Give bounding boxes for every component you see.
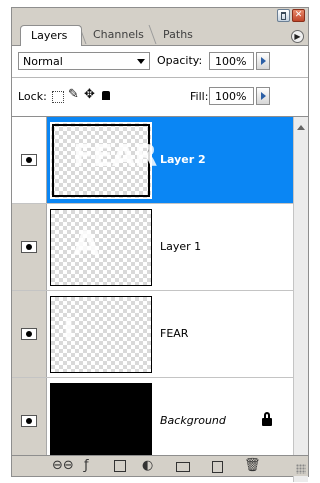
lock-transparency-icon[interactable]: [52, 91, 64, 103]
lock-icon: [262, 412, 272, 426]
layer-row[interactable]: A Layer 1: [12, 204, 296, 291]
thumbnail-text: FEAR: [73, 139, 157, 174]
minimize-button[interactable]: [277, 9, 290, 22]
new-group-icon[interactable]: [176, 462, 190, 472]
fill-label: Fill:: [190, 90, 209, 103]
tab-layers-label: Layers: [31, 29, 68, 42]
blend-row: Normal Opacity: 100%: [18, 52, 302, 72]
thumbnail-text: A: [73, 224, 100, 264]
layers-list: FEAR Layer 2 A Layer 1 I FEAR Background: [12, 116, 308, 482]
scroll-up-icon[interactable]: [297, 125, 305, 130]
new-layer-icon[interactable]: [212, 461, 223, 473]
visibility-toggle[interactable]: [12, 204, 47, 290]
layer-name: FEAR: [160, 327, 189, 340]
panel-titlebar: ✕: [12, 8, 308, 24]
layer-name: Layer 2: [160, 153, 206, 166]
delete-layer-icon[interactable]: 🗑: [244, 459, 261, 473]
opacity-value: 100%: [215, 55, 247, 68]
layer-thumbnail: FEAR: [50, 122, 157, 199]
layers-panel: ✕ Layers Channels Paths ▶ Normal Opacity…: [11, 7, 309, 482]
tab-paths[interactable]: Paths: [148, 25, 216, 44]
layer-row[interactable]: FEAR Layer 2: [12, 117, 296, 204]
opacity-slider-button[interactable]: [256, 52, 270, 70]
tab-channels-label: Channels: [93, 28, 144, 41]
resize-grip[interactable]: [296, 464, 306, 474]
layers-toolbar: ⊖⊖ ƒ ◐ 🗑: [12, 455, 308, 476]
blend-mode-select[interactable]: Normal: [18, 52, 150, 70]
layer-row[interactable]: I FEAR: [12, 291, 296, 378]
adjustment-layer-icon[interactable]: ◐: [142, 459, 153, 473]
lock-label: Lock:: [18, 90, 47, 103]
lock-brush-icon[interactable]: ✎: [68, 88, 79, 102]
eye-icon: [21, 154, 37, 166]
fill-value: 100%: [215, 90, 247, 103]
fill-slider-button[interactable]: [256, 87, 270, 105]
fill-input[interactable]: 100%: [209, 87, 254, 105]
opacity-label: Opacity:: [157, 54, 203, 67]
divider: [12, 77, 308, 78]
eye-icon: [21, 415, 37, 427]
tab-channels[interactable]: Channels: [78, 25, 160, 44]
lock-all-icon[interactable]: [102, 91, 110, 100]
opacity-input[interactable]: 100%: [209, 52, 254, 70]
eye-icon: [21, 328, 37, 340]
tab-layers[interactable]: Layers: [20, 25, 82, 46]
layer-style-icon[interactable]: ƒ: [84, 459, 89, 473]
visibility-toggle[interactable]: [12, 291, 47, 377]
tab-paths-label: Paths: [163, 28, 193, 41]
chevron-down-icon: [137, 59, 145, 64]
link-layers-icon[interactable]: ⊖⊖: [52, 459, 74, 473]
layer-thumbnail: A: [50, 209, 152, 286]
eye-icon: [21, 241, 37, 253]
layer-thumbnail: [50, 383, 152, 460]
layer-mask-icon[interactable]: [114, 460, 126, 472]
panel-body: Normal Opacity: 100% Lock: ✎ ✥ Fill: 100…: [12, 45, 308, 482]
layer-name: Background: [160, 414, 226, 427]
layer-thumbnail: I: [50, 296, 152, 373]
blend-mode-value: Normal: [23, 55, 63, 68]
thumbnail-text: I: [63, 313, 75, 348]
close-button[interactable]: ✕: [292, 9, 305, 22]
visibility-toggle[interactable]: [12, 117, 47, 203]
scrollbar[interactable]: [293, 117, 308, 482]
lock-move-icon[interactable]: ✥: [84, 88, 95, 102]
layer-name: Layer 1: [160, 240, 202, 253]
panel-menu-icon[interactable]: ▶: [291, 30, 304, 43]
